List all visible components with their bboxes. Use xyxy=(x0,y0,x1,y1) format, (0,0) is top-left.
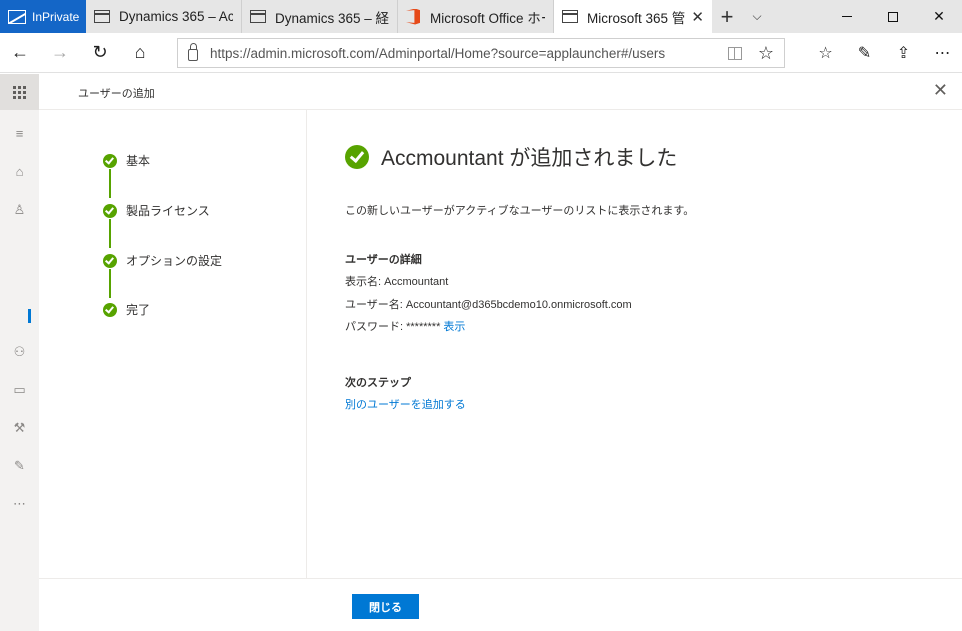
groups-icon[interactable]: ⚇ xyxy=(12,344,27,359)
inprivate-icon xyxy=(8,9,26,24)
page-icon xyxy=(250,10,266,23)
step-label: 完了 xyxy=(126,303,151,317)
panel-close-icon[interactable]: ✕ xyxy=(933,80,948,101)
success-header: Accmountant が追加されました xyxy=(345,142,677,172)
favorites-list-icon[interactable]: ☆ xyxy=(806,33,845,73)
favorite-star-icon[interactable]: ☆ xyxy=(758,43,774,64)
home-icon[interactable]: ⌂ xyxy=(120,33,160,73)
step-finish[interactable]: 完了 xyxy=(103,301,150,318)
tab-label: Microsoft 365 管 xyxy=(587,10,686,26)
check-icon xyxy=(103,203,117,218)
lock-icon xyxy=(188,43,198,61)
hamburger-icon[interactable]: ≡ xyxy=(12,126,27,141)
panel-footer: 閉じる xyxy=(39,578,962,631)
tab-label: Dynamics 365 – 経理 xyxy=(275,10,389,26)
password-row: パスワード: ******** 表示 xyxy=(345,318,465,334)
panel-title: ユーザーの追加 xyxy=(78,88,155,100)
check-icon xyxy=(103,302,117,317)
maximize-button[interactable] xyxy=(870,0,916,33)
wizard-steps: 基本 製品ライセンス オプションの設定 完了 xyxy=(39,110,307,578)
show-password-link[interactable]: 表示 xyxy=(443,321,465,333)
next-steps-heading: 次のステップ xyxy=(345,377,411,389)
step-connector xyxy=(109,269,111,298)
pencil-icon[interactable]: ✎ xyxy=(12,458,27,473)
reading-view-icon[interactable] xyxy=(727,46,742,60)
billing-icon[interactable]: ▭ xyxy=(12,382,27,397)
browser-tab-strip: InPrivate Dynamics 365 – Acc Dynamics 36… xyxy=(0,0,962,33)
forward-arrow-icon[interactable]: → xyxy=(40,33,80,73)
step-label: オプションの設定 xyxy=(126,254,223,268)
tab-list-chevron-icon[interactable]: ⌵ xyxy=(742,0,772,33)
close-button[interactable]: 閉じる xyxy=(352,594,419,619)
step-licenses[interactable]: 製品ライセンス xyxy=(103,202,210,219)
address-bar[interactable]: https://admin.microsoft.com/Adminportal/… xyxy=(177,38,785,68)
display-name: 表示名: Accmountant xyxy=(345,276,449,288)
more-icon[interactable]: ⋯ xyxy=(923,33,962,73)
url-text[interactable]: https://admin.microsoft.com/Adminportal/… xyxy=(210,46,728,61)
panel-header: ユーザーの追加 ✕ xyxy=(39,74,962,110)
pen-icon[interactable]: ✎ xyxy=(845,33,884,73)
step-connector xyxy=(109,169,111,198)
step-label: 製品ライセンス xyxy=(126,204,210,218)
home-icon[interactable]: ⌂ xyxy=(12,164,27,179)
success-title: Accmountant が追加されました xyxy=(381,147,678,170)
browser-tab[interactable]: Microsoft Office ホー xyxy=(398,0,554,33)
panel-divider xyxy=(306,110,307,578)
new-tab-button[interactable]: + xyxy=(712,0,742,33)
browser-nav-bar: ← → ↻ ⌂ https://admin.microsoft.com/Admi… xyxy=(0,33,962,73)
user-name: ユーザー名: Accountant@d365bcdemo10.onmicroso… xyxy=(345,299,632,311)
waffle-icon xyxy=(13,85,26,99)
minimize-icon xyxy=(842,16,852,17)
tab-label: Microsoft Office ホー xyxy=(430,10,545,26)
check-icon xyxy=(103,153,117,168)
browser-tab-active[interactable]: Microsoft 365 管 ✕ xyxy=(554,0,712,33)
user-icon[interactable]: ♙ xyxy=(12,202,27,217)
wrench-icon[interactable]: ⚒ xyxy=(12,420,27,435)
back-arrow-icon[interactable]: ← xyxy=(0,33,40,73)
share-icon[interactable]: ⇪ xyxy=(884,33,923,73)
success-check-icon xyxy=(345,145,369,169)
inprivate-label: InPrivate xyxy=(32,9,80,24)
active-nav-indicator xyxy=(28,309,31,323)
refresh-icon[interactable]: ↻ xyxy=(80,33,120,73)
step-label: 基本 xyxy=(126,154,151,168)
app-launcher-button[interactable] xyxy=(0,74,39,110)
password-label: パスワード: ******** xyxy=(345,321,441,333)
tab-label: Dynamics 365 – Acc xyxy=(119,9,233,24)
page-icon xyxy=(562,10,578,23)
inprivate-badge[interactable]: InPrivate xyxy=(0,0,86,33)
check-icon xyxy=(103,253,117,268)
page-icon xyxy=(94,10,110,23)
maximize-icon xyxy=(888,11,898,22)
step-connector xyxy=(109,219,111,248)
browser-tab[interactable]: Dynamics 365 – Acc xyxy=(86,0,242,33)
step-optional-settings[interactable]: オプションの設定 xyxy=(103,252,222,269)
tab-close-icon[interactable]: ✕ xyxy=(685,8,704,26)
admin-left-rail: ≡ ⌂ ♙ ⚇ ▭ ⚒ ✎ ⋯ xyxy=(0,74,39,631)
more-nav-icon[interactable]: ⋯ xyxy=(12,496,27,511)
office-icon xyxy=(406,8,420,25)
step-basics[interactable]: 基本 xyxy=(103,152,150,169)
browser-tab[interactable]: Dynamics 365 – 経理 xyxy=(242,0,398,33)
user-details-heading: ユーザーの詳細 xyxy=(345,254,422,266)
success-description: この新しいユーザーがアクティブなユーザーのリストに表示されます。 xyxy=(345,205,695,217)
minimize-button[interactable] xyxy=(824,0,870,33)
window-close-button[interactable]: ✕ xyxy=(916,0,962,33)
add-another-user-link[interactable]: 別のユーザーを追加する xyxy=(345,396,466,412)
